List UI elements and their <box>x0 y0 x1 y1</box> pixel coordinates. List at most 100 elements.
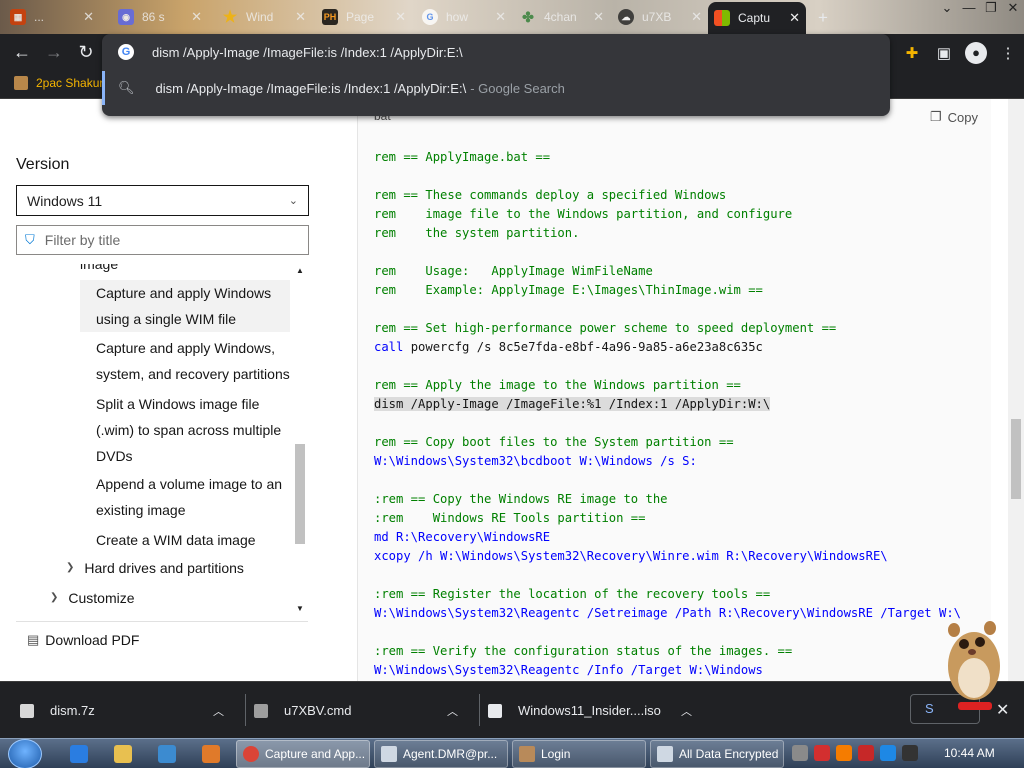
browser-tab[interactable]: G how ✕ <box>416 4 512 30</box>
tray-search-icon[interactable] <box>836 745 852 761</box>
code-line: rem the system partition. <box>374 226 580 240</box>
profile-avatar-icon[interactable]: ● <box>965 41 987 64</box>
version-label: Version <box>16 156 70 173</box>
hamster-sticker-image <box>948 621 1000 710</box>
chevron-up-icon[interactable]: ︿ <box>447 703 458 719</box>
chevron-right-icon: ❯ <box>66 562 75 573</box>
side-panel-icon[interactable]: ▣ <box>928 44 960 62</box>
toc-section-customize[interactable]: ❯ Customize <box>50 585 135 611</box>
bookmark-item[interactable]: 2pac Shakur <box>14 76 103 90</box>
browser-tab[interactable]: ▦ ... ✕ <box>4 4 100 30</box>
browser-tab[interactable]: ◉ 86 s ✕ <box>112 4 208 30</box>
media-player-icon[interactable] <box>158 745 176 763</box>
address-bar-input[interactable] <box>152 44 852 60</box>
taskbar-item-chrome[interactable]: Capture and App... <box>236 740 370 768</box>
scrollbar-thumb[interactable] <box>1011 419 1021 499</box>
code-line: rem image file to the Windows partition,… <box>374 207 793 221</box>
copy-icon: ❐ <box>930 109 942 124</box>
filter-input[interactable] <box>44 232 285 248</box>
download-item[interactable]: dism.7z ︿ <box>20 682 246 739</box>
tab-search-button[interactable]: ⌄ <box>936 0 958 20</box>
close-tab-icon[interactable]: ✕ <box>191 9 202 25</box>
web-page: Version Windows 11 ⌄ ⛉ image Capture and… <box>0 99 1024 681</box>
toc-item-append-volume[interactable]: Append a volume image to an existing ima… <box>80 471 290 523</box>
scroll-up-icon[interactable]: ▲ <box>294 266 306 275</box>
filter-icon: ⛉ <box>25 232 35 247</box>
toc-item-split-image[interactable]: Split a Windows image file (.wim) to spa… <box>80 391 290 469</box>
close-tab-icon[interactable]: ✕ <box>495 9 506 25</box>
toc-section-hard-drives[interactable]: ❯ Hard drives and partitions <box>66 555 244 581</box>
tray-app-icon[interactable] <box>792 745 808 761</box>
toolbar-right: ✚ ▣ ● ⋮ <box>896 34 1024 71</box>
close-window-button[interactable]: ✕ <box>1002 0 1024 20</box>
back-icon[interactable]: ← <box>10 40 34 64</box>
close-tab-icon[interactable]: ✕ <box>395 9 406 25</box>
cmd-file-icon <box>254 703 268 718</box>
code-line: xcopy /h W:\Windows\System32\Recovery\Wi… <box>374 549 888 563</box>
taskbar-item-agent[interactable]: Agent.DMR@pr... <box>374 740 508 768</box>
browser-tab[interactable]: ★ Wind ✕ <box>216 4 312 30</box>
taskbar-item-login[interactable]: Login <box>512 740 646 768</box>
close-tab-icon[interactable]: ✕ <box>83 9 94 25</box>
system-tray <box>792 745 918 761</box>
taskbar-item-encrypted[interactable]: All Data Encrypted <box>650 740 784 768</box>
download-item[interactable]: Windows11_Insider....iso ︿ <box>488 682 714 739</box>
network-icon[interactable] <box>880 745 896 761</box>
filter-field[interactable]: ⛉ <box>16 225 309 255</box>
reload-icon[interactable]: ↻ <box>74 40 98 64</box>
code-line: rem Example: ApplyImage E:\Images\ThinIm… <box>374 283 763 297</box>
browser-tab-active[interactable]: Captu ✕ <box>708 2 806 34</box>
volume-icon[interactable] <box>902 745 918 761</box>
toc-item-partial[interactable]: image <box>80 264 290 277</box>
explorer-icon[interactable] <box>114 745 132 763</box>
toc-scrollbar[interactable]: ▲ ▼ <box>294 264 306 616</box>
table-of-contents: image Capture and apply Windows using a … <box>16 264 308 616</box>
code-line: rem == Apply the image to the Windows pa… <box>374 378 741 392</box>
scrollbar-thumb[interactable] <box>295 444 305 544</box>
close-tab-icon[interactable]: ✕ <box>295 9 306 25</box>
cloud-icon: ☁ <box>618 9 634 25</box>
clock: 10:44 AM <box>944 746 995 760</box>
toc-item-capture-partitions[interactable]: Capture and apply Windows, system, and r… <box>80 335 290 387</box>
google-icon: G <box>118 44 134 60</box>
maximize-button[interactable]: ❐ <box>980 0 1002 20</box>
close-tab-icon[interactable]: ✕ <box>691 9 702 25</box>
scroll-down-icon[interactable]: ▼ <box>294 604 306 613</box>
toc-item-capture-single-wim[interactable]: Capture and apply Windows using a single… <box>80 280 290 332</box>
toc-item-create-wim-data[interactable]: Create a WIM data image <box>80 527 290 553</box>
new-tab-button[interactable]: + <box>818 8 828 28</box>
flag-icon[interactable] <box>858 745 874 761</box>
omnibox[interactable]: G <box>102 34 890 70</box>
browser-tab[interactable]: ☁ u7XB ✕ <box>612 4 708 30</box>
code-line: rem == These commands deploy a specified… <box>374 188 727 202</box>
taskbar: Capture and App... Agent.DMR@pr... Login… <box>0 738 1024 768</box>
download-item[interactable]: u7XBV.cmd ︿ <box>254 682 480 739</box>
start-button[interactable] <box>8 739 42 768</box>
code-content: rem == ApplyImage.bat == rem == These co… <box>374 148 961 680</box>
extensions-icon[interactable]: ✚ <box>896 44 928 62</box>
app-icon[interactable] <box>202 745 220 763</box>
tray-antivirus-icon[interactable] <box>814 745 830 761</box>
ie-icon[interactable] <box>70 745 88 763</box>
menu-icon[interactable]: ⋮ <box>992 44 1024 62</box>
close-tab-icon[interactable]: ✕ <box>593 9 604 25</box>
omnibox-suggestion[interactable]: 🔍︎ dism /Apply-Image /ImageFile:is /Inde… <box>102 71 890 105</box>
copy-button[interactable]: ❐ Copy <box>930 109 978 125</box>
browser-tab[interactable]: ✤ 4chan ✕ <box>514 4 610 30</box>
browser-tab[interactable]: PH Page ✕ <box>316 4 412 30</box>
close-tab-icon[interactable]: ✕ <box>789 10 800 26</box>
download-pdf-link[interactable]: ▤ Download PDF <box>27 632 139 648</box>
code-line: rem == ApplyImage.bat == <box>374 150 551 164</box>
iso-file-icon <box>488 703 502 718</box>
chevron-up-icon[interactable]: ︿ <box>213 703 224 719</box>
page-scrollbar[interactable] <box>1008 99 1024 681</box>
forward-icon[interactable]: → <box>42 40 66 64</box>
chevron-up-icon[interactable]: ︿ <box>681 703 692 719</box>
omnibox-dropdown: G 🔍︎ dism /Apply-Image /ImageFile:is /In… <box>102 34 890 116</box>
minimize-button[interactable]: — <box>958 0 980 20</box>
version-select[interactable]: Windows 11 ⌄ <box>16 185 309 216</box>
